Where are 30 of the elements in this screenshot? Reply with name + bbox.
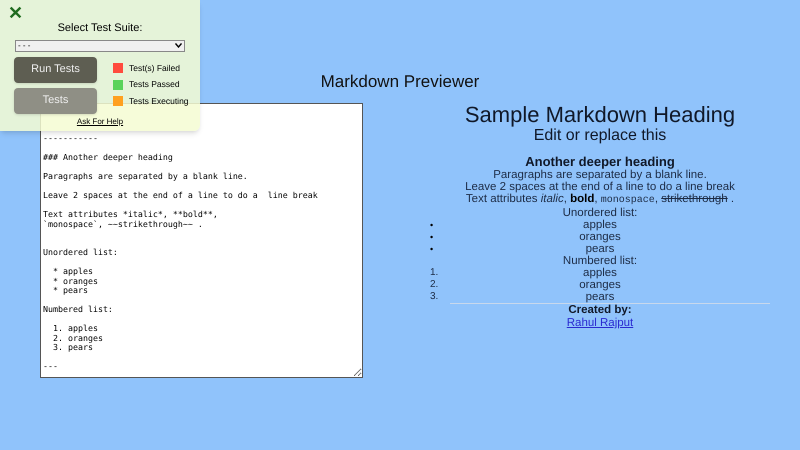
- preview-subheading: Edit or replace this: [534, 127, 666, 145]
- list-item: apples: [582, 267, 618, 279]
- list-label: Unordered list:: [562, 207, 638, 219]
- bullet-marker: •: [430, 219, 434, 231]
- page-title: Markdown Previewer: [320, 72, 480, 92]
- list-item: oranges: [578, 231, 622, 243]
- bullet-marker: •: [430, 231, 434, 243]
- list-item: pears: [584, 243, 616, 255]
- number-marker: 1.: [430, 267, 440, 279]
- list-item: oranges: [578, 279, 622, 291]
- test-button[interactable]: Run Tests: [14, 56, 97, 82]
- number-marker: 2.: [430, 279, 440, 291]
- suite-label: Select Test Suite:: [56, 21, 144, 36]
- legend-label: Tests Passed: [129, 78, 180, 91]
- credit-label: Created by:: [568, 304, 632, 316]
- list-item: apples: [582, 219, 618, 231]
- caret-icon: [175, 43, 182, 48]
- preview-paragraph: Leave 2 spaces at the end of a line to do a line break: [465, 181, 735, 193]
- legend-label: Test(s) Failed: [129, 62, 180, 74]
- author-link[interactable]: Rahul Rajput: [566, 317, 634, 329]
- close-button[interactable]: ✕: [8, 3, 23, 23]
- number-marker: 3.: [430, 291, 440, 303]
- bullet-marker: •: [430, 243, 434, 255]
- list-label: Numbered list:: [562, 255, 638, 267]
- preview-heading: Sample Markdown Heading: [464, 103, 736, 127]
- help-link[interactable]: Ask For Help: [76, 116, 124, 128]
- suite-select[interactable]: - - -: [15, 40, 185, 52]
- preview-paragraph: Paragraphs are separated by a blank line.: [493, 169, 707, 181]
- list-item: pears: [584, 291, 616, 303]
- preview-section-heading: Another deeper heading: [525, 155, 675, 169]
